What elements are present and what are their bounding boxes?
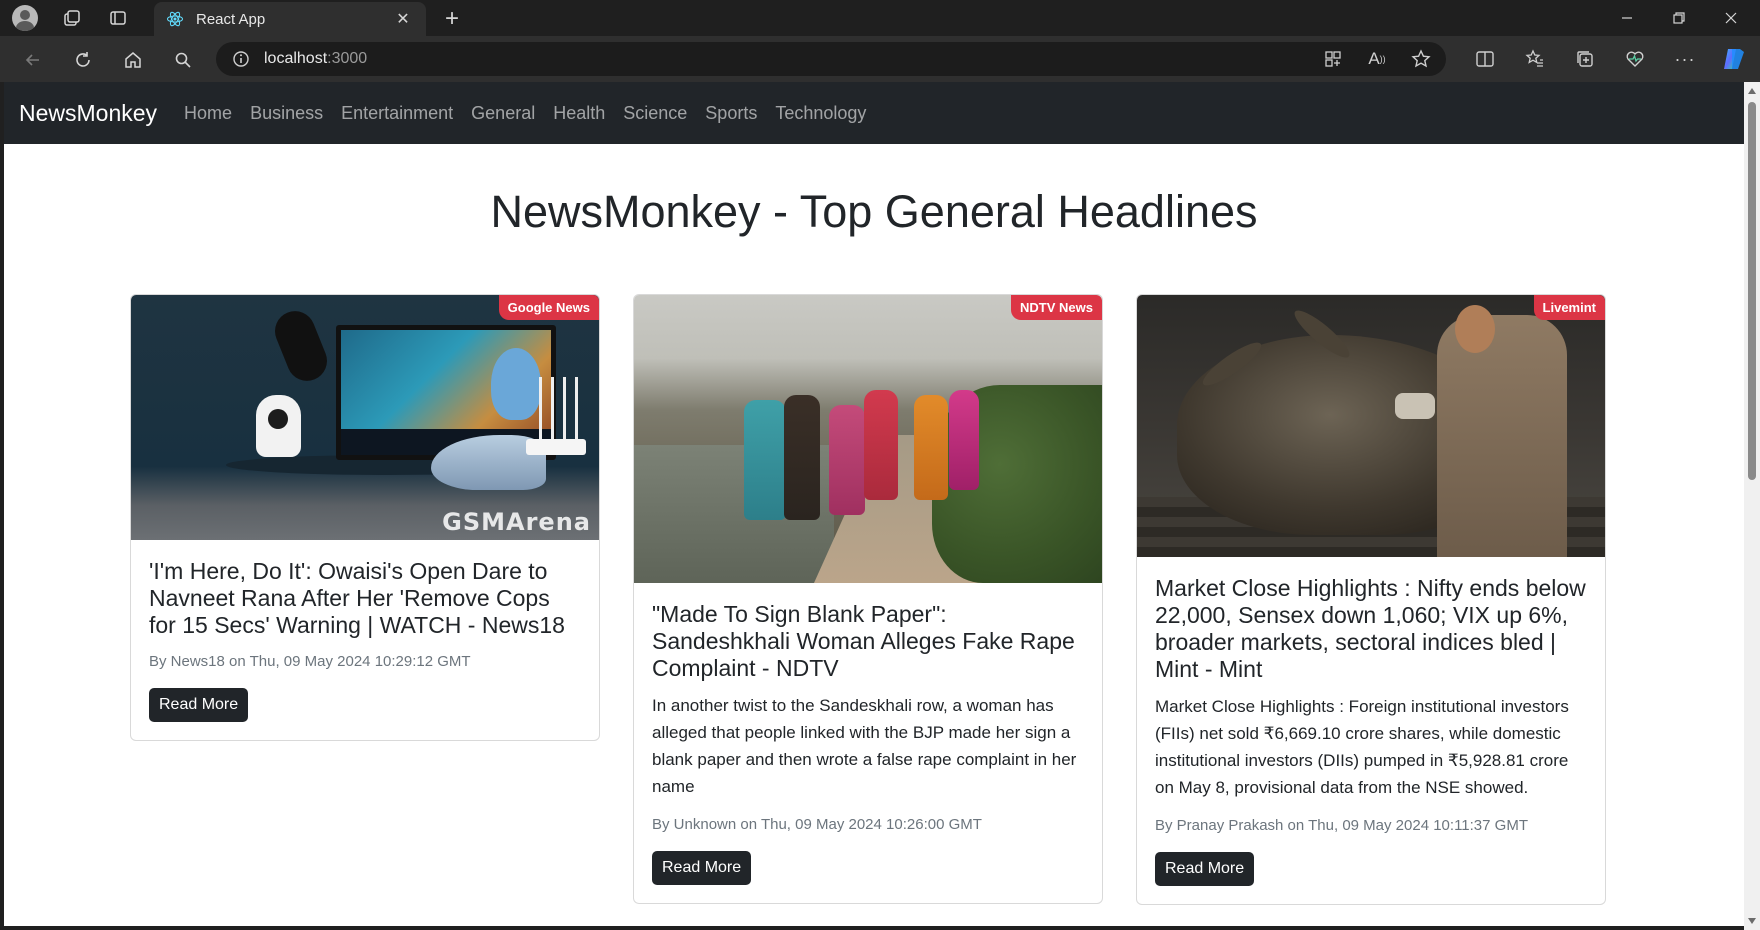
browser-toolbar: localhost:3000 A)) ···	[0, 36, 1760, 82]
more-icon[interactable]: ···	[1670, 44, 1700, 74]
card-body: 'I'm Here, Do It': Owaisi's Open Dare to…	[131, 540, 599, 740]
react-favicon	[166, 10, 184, 28]
plus-icon[interactable]: +	[436, 3, 468, 35]
card-title: Market Close Highlights : Nifty ends bel…	[1155, 575, 1586, 682]
collections-icon[interactable]	[1570, 44, 1600, 74]
reload-icon[interactable]	[66, 43, 100, 77]
scroll-down-arrow-icon[interactable]	[1748, 918, 1756, 924]
read-more-button[interactable]: Read More	[1155, 852, 1255, 886]
tab-actions-icon[interactable]	[100, 0, 136, 36]
page-viewport: NewsMonkey Home Business Entertainment G…	[4, 82, 1744, 926]
split-screen-icon[interactable]	[1470, 44, 1500, 74]
profile-avatar-icon[interactable]	[12, 5, 38, 31]
home-icon[interactable]	[116, 43, 150, 77]
card-title: 'I'm Here, Do It': Owaisi's Open Dare to…	[149, 558, 565, 638]
scroll-up-arrow-icon[interactable]	[1748, 88, 1756, 94]
tab-title: React App	[196, 10, 266, 28]
read-more-button[interactable]: Read More	[652, 851, 752, 885]
minimize-icon[interactable]	[1602, 0, 1652, 36]
favorites-icon[interactable]	[1520, 44, 1550, 74]
source-badge: Google News	[498, 295, 599, 320]
workspaces-icon[interactable]	[54, 0, 90, 36]
nav-link-home[interactable]: Home	[184, 103, 232, 124]
browser-titlebar: React App ✕ +	[0, 0, 1760, 36]
nav-link-entertainment[interactable]: Entertainment	[341, 103, 453, 124]
browser-tab-active[interactable]: React App ✕	[154, 2, 426, 36]
browser-essentials-icon[interactable]	[1620, 44, 1650, 74]
card-meta: By News18 on Thu, 09 May 2024 10:29:12 G…	[149, 653, 471, 670]
page-scrollbar[interactable]	[1744, 82, 1760, 930]
card-meta: By Pranay Prakash on Thu, 09 May 2024 10…	[1155, 817, 1528, 834]
nav-link-science[interactable]: Science	[623, 103, 687, 124]
news-image	[634, 295, 1102, 583]
address-bar[interactable]: localhost:3000	[216, 42, 1446, 76]
read-aloud-icon[interactable]: A))	[1362, 44, 1392, 74]
page-title: NewsMonkey - Top General Headlines	[490, 186, 1258, 237]
back-icon[interactable]	[16, 43, 50, 77]
scrollbar-thumb[interactable]	[1748, 102, 1756, 480]
restore-icon[interactable]	[1654, 0, 1704, 36]
site-navbar: NewsMonkey Home Business Entertainment G…	[4, 82, 1744, 144]
news-card: Livemint Market Close Highlights : Nifty…	[1136, 294, 1606, 905]
news-card: Google News GSMArena 'I'm Here, Do It': …	[130, 294, 600, 741]
nav-link-general[interactable]: General	[471, 103, 535, 124]
card-meta: By Unknown on Thu, 09 May 2024 10:26:00 …	[652, 816, 982, 833]
nav-link-health[interactable]: Health	[553, 103, 605, 124]
nav-link-sports[interactable]: Sports	[705, 103, 757, 124]
window-close-icon[interactable]	[1706, 0, 1756, 36]
source-badge: NDTV News	[1011, 295, 1102, 320]
nav-link-business[interactable]: Business	[250, 103, 323, 124]
read-more-button[interactable]: Read More	[149, 688, 249, 722]
card-body: "Made To Sign Blank Paper": Sandeshkhali…	[634, 583, 1102, 903]
news-image	[1137, 295, 1605, 557]
source-badge: Livemint	[1533, 295, 1605, 320]
card-description: In another twist to the Sandeskhali row,…	[652, 696, 1077, 796]
url-port: :3000	[327, 50, 368, 67]
news-image: GSMArena	[131, 295, 599, 540]
image-watermark: GSMArena	[442, 508, 591, 536]
app-available-icon[interactable]	[1318, 44, 1348, 74]
search-icon[interactable]	[166, 43, 200, 77]
card-title: "Made To Sign Blank Paper": Sandeshkhali…	[652, 601, 1075, 681]
news-card: NDTV News "Made To Sign Blank Paper": Sa…	[633, 294, 1103, 904]
favorite-star-icon[interactable]	[1406, 44, 1436, 74]
close-icon[interactable]: ✕	[392, 9, 414, 29]
card-description: Market Close Highlights : Foreign instit…	[1155, 697, 1569, 797]
nav-link-technology[interactable]: Technology	[775, 103, 866, 124]
copilot-icon[interactable]	[1718, 44, 1748, 74]
card-body: Market Close Highlights : Nifty ends bel…	[1137, 557, 1605, 904]
url-host: localhost	[264, 50, 328, 67]
navbar-brand[interactable]: NewsMonkey	[19, 100, 157, 127]
site-info-icon[interactable]	[232, 50, 250, 68]
